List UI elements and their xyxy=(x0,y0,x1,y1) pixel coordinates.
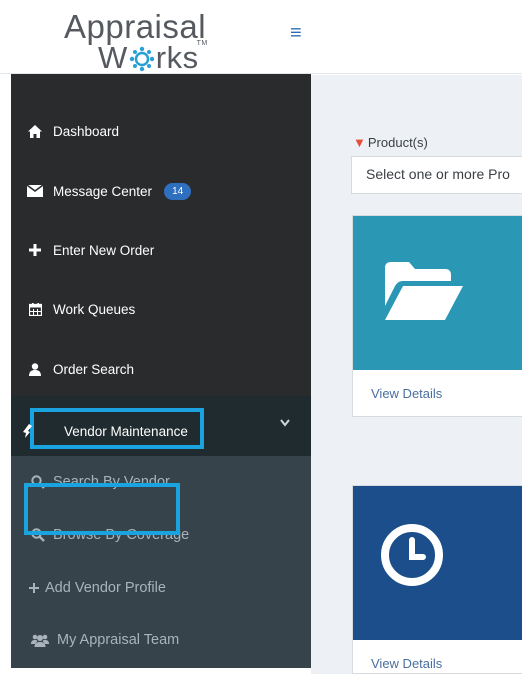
submenu-item-my-appraisal-team[interactable]: My Appraisal Team xyxy=(11,614,311,666)
chevron-down-icon[interactable] xyxy=(279,418,291,428)
submenu-item-add-vendor-profile[interactable]: Add Vendor Profile xyxy=(11,562,311,614)
sidebar-item-vendor-maintenance[interactable]: Vendor Maintenance xyxy=(11,396,311,456)
gear-logo-icon xyxy=(129,46,154,72)
home-icon xyxy=(27,123,43,139)
sidebar-item-label: Enter New Order xyxy=(53,242,155,258)
submenu-item-label: My Appraisal Team xyxy=(57,632,180,648)
sidebar-item-message-center[interactable]: Message Center 14 xyxy=(11,168,311,214)
sidebar-item-order-search[interactable]: Order Search xyxy=(11,346,311,392)
view-details-link[interactable]: View Details xyxy=(371,386,442,401)
card-header xyxy=(353,216,522,370)
sidebar: Dashboard Message Center 14 Enter New Or… xyxy=(11,74,311,668)
card-header xyxy=(353,486,522,640)
view-details-link[interactable]: View Details xyxy=(371,656,442,671)
add-vendor-profile-highlight xyxy=(24,483,180,535)
users-icon xyxy=(31,633,49,647)
sidebar-item-enter-new-order[interactable]: Enter New Order xyxy=(11,227,311,273)
plus-icon xyxy=(29,581,39,595)
sidebar-item-label: Order Search xyxy=(53,361,135,377)
clock-icon xyxy=(381,524,443,586)
main-content: ▼ Product(s) Select one or more Pro View … xyxy=(311,75,522,674)
hamburger-icon[interactable]: ≡ xyxy=(290,22,302,45)
user-icon xyxy=(27,361,43,377)
sidebar-item-label: Work Queues xyxy=(53,301,136,317)
message-count-badge: 14 xyxy=(164,182,192,200)
products-filter-label: ▼ Product(s) xyxy=(353,135,428,150)
sidebar-item-work-queues[interactable]: Work Queues xyxy=(11,286,311,332)
appraisal-works-logo[interactable]: Appraisal WrksTM xyxy=(64,8,224,75)
sidebar-item-dashboard[interactable]: Dashboard xyxy=(11,108,311,154)
calendar-icon xyxy=(27,301,43,317)
sidebar-item-label: Vendor Maintenance xyxy=(64,424,188,439)
envelope-icon xyxy=(27,183,43,199)
vendor-maintenance-highlight: Vendor Maintenance xyxy=(23,408,204,449)
folder-open-icon xyxy=(385,262,463,320)
wrench-icon xyxy=(23,424,32,438)
logo-text-bottom: WrksTM xyxy=(98,40,208,75)
dashboard-card-1: View Details xyxy=(352,215,522,417)
submenu-item-label: Add Vendor Profile xyxy=(45,580,166,596)
products-multiselect[interactable]: Select one or more Pro xyxy=(351,156,522,194)
dashboard-card-2: View Details xyxy=(352,485,522,674)
sidebar-item-label: Message Center xyxy=(53,183,153,199)
top-header: Appraisal WrksTM ≡ xyxy=(0,0,522,75)
plus-icon xyxy=(27,242,43,258)
filter-icon: ▼ xyxy=(353,135,366,150)
sidebar-item-label: Dashboard xyxy=(53,123,120,139)
